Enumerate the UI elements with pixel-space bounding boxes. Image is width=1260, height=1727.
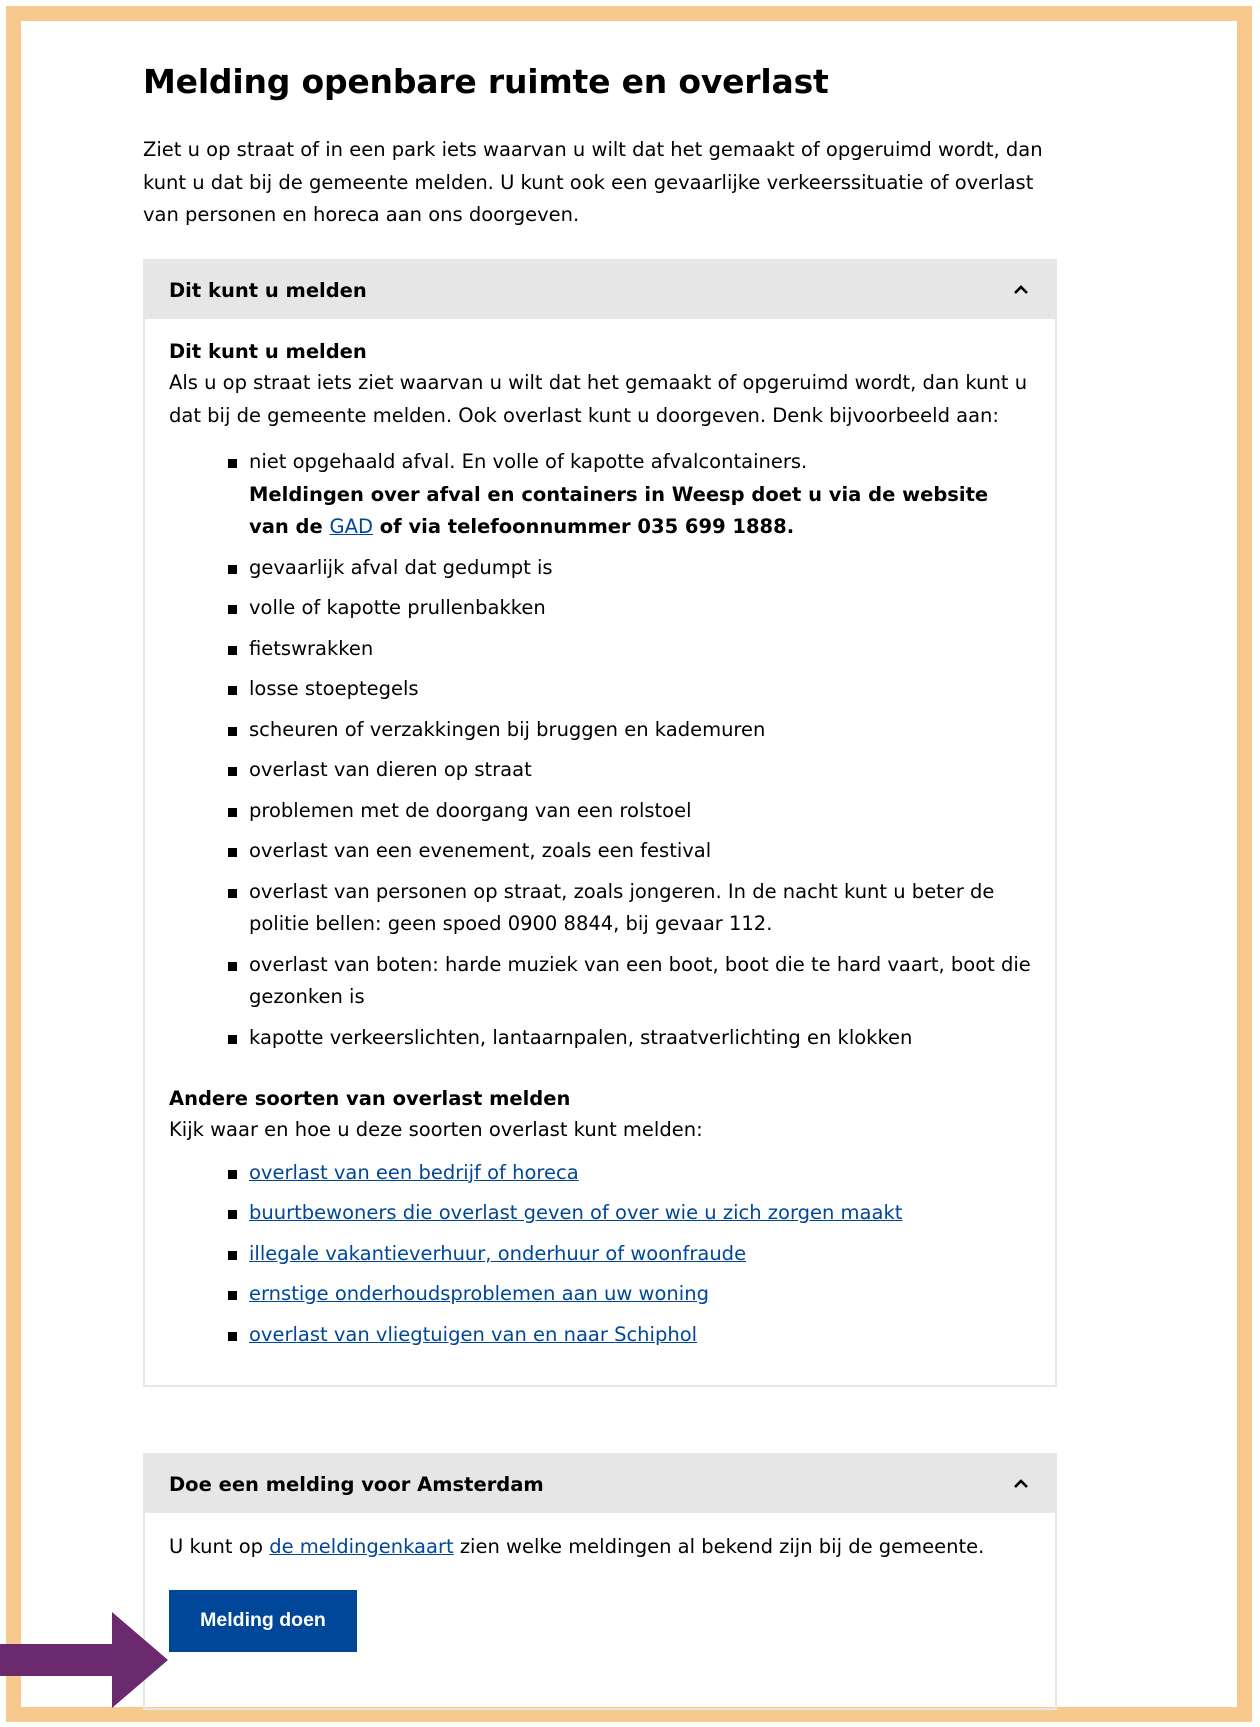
- section-title: Dit kunt u melden: [169, 340, 367, 363]
- list-item: overlast van dieren op straat: [225, 754, 1031, 787]
- list-item: ernstige onderhoudsproblemen aan uw woni…: [225, 1278, 1031, 1311]
- gad-link[interactable]: GAD: [330, 515, 373, 538]
- link-vakantieverhuur[interactable]: illegale vakantieverhuur, onderhuur of w…: [249, 1242, 746, 1265]
- link-buurtbewoners[interactable]: buurtbewoners die overlast geven of over…: [249, 1201, 902, 1224]
- list-item: kapotte verkeerslichten, lantaarnpalen, …: [225, 1022, 1031, 1055]
- meldingenkaart-text-suffix: zien welke meldingen al bekend zijn bij …: [453, 1535, 985, 1558]
- link-vliegtuigen-schiphol[interactable]: overlast van vliegtuigen van en naar Sch…: [249, 1323, 697, 1346]
- link-bedrijf-horeca[interactable]: overlast van een bedrijf of horeca: [249, 1161, 579, 1184]
- list-item: niet opgehaald afval. En volle of kapott…: [225, 446, 1031, 544]
- list-item-text: niet opgehaald afval. En volle of kapott…: [249, 450, 808, 473]
- list-item: overlast van boten: harde muziek van een…: [225, 949, 1031, 1014]
- accordion-header-dit-kunt-u-melden[interactable]: Dit kunt u melden: [145, 261, 1055, 319]
- meldingenkaart-text-prefix: U kunt op: [169, 1535, 270, 1558]
- accordion-title: Dit kunt u melden: [169, 278, 367, 302]
- other-reports-section: Andere soorten van overlast melden Kijk …: [169, 1084, 1031, 1351]
- accordion-body: Dit kunt u melden Als u op straat iets z…: [145, 319, 1055, 1385]
- arrow-right-icon: [0, 1612, 168, 1708]
- other-reports-text: Kijk waar en hoe u deze soorten overlast…: [169, 1118, 703, 1141]
- report-list: niet opgehaald afval. En volle of kapott…: [225, 446, 1031, 1054]
- weesp-note-phone: of via telefoonnummer 035 699 1888.: [372, 515, 795, 538]
- main-content: Melding openbare ruimte en overlast Ziet…: [143, 60, 1057, 1710]
- meldingenkaart-link[interactable]: de meldingenkaart: [269, 1535, 453, 1558]
- weesp-note: Meldingen over afval en containers in We…: [249, 479, 1031, 544]
- list-item: scheuren of verzakkingen bij bruggen en …: [225, 714, 1031, 747]
- section-text: Als u op straat iets ziet waarvan u wilt…: [169, 371, 1028, 427]
- list-item: overlast van personen op straat, zoals j…: [225, 876, 1031, 941]
- melding-doen-button[interactable]: Melding doen: [169, 1589, 357, 1652]
- list-item: overlast van een evenement, zoals een fe…: [225, 835, 1031, 868]
- page-title: Melding openbare ruimte en overlast: [143, 62, 829, 101]
- list-item: overlast van een bedrijf of horeca: [225, 1157, 1031, 1190]
- accordion-title: Doe een melding voor Amsterdam: [169, 1472, 544, 1496]
- list-item: problemen met de doorgang van een rolsto…: [225, 795, 1031, 828]
- list-item: volle of kapotte prullenbakken: [225, 592, 1031, 625]
- other-reports-title: Andere soorten van overlast melden: [169, 1087, 571, 1110]
- link-onderhoud-woning[interactable]: ernstige onderhoudsproblemen aan uw woni…: [249, 1282, 709, 1305]
- accordion-doe-een-melding: Doe een melding voor Amsterdam U kunt op…: [143, 1453, 1057, 1710]
- accordion-header-doe-een-melding[interactable]: Doe een melding voor Amsterdam: [145, 1455, 1055, 1513]
- list-item: gevaarlijk afval dat gedumpt is: [225, 552, 1031, 585]
- list-item: overlast van vliegtuigen van en naar Sch…: [225, 1319, 1031, 1352]
- chevron-up-icon[interactable]: [1010, 279, 1032, 301]
- list-item: fietswrakken: [225, 633, 1031, 666]
- intro-text: Ziet u op straat of in een park iets waa…: [143, 138, 1043, 226]
- list-item: illegale vakantieverhuur, onderhuur of w…: [225, 1238, 1031, 1271]
- list-item: losse stoeptegels: [225, 673, 1031, 706]
- meldingenkaart-text: U kunt op de meldingenkaart zien welke m…: [169, 1531, 1031, 1564]
- chevron-up-icon[interactable]: [1010, 1473, 1032, 1495]
- accordion-dit-kunt-u-melden: Dit kunt u melden Dit kunt u melden Als …: [143, 259, 1057, 1387]
- other-reports-links: overlast van een bedrijf of horeca buurt…: [225, 1157, 1031, 1352]
- list-item: buurtbewoners die overlast geven of over…: [225, 1197, 1031, 1230]
- accordion-body: U kunt op de meldingenkaart zien welke m…: [145, 1513, 1055, 1652]
